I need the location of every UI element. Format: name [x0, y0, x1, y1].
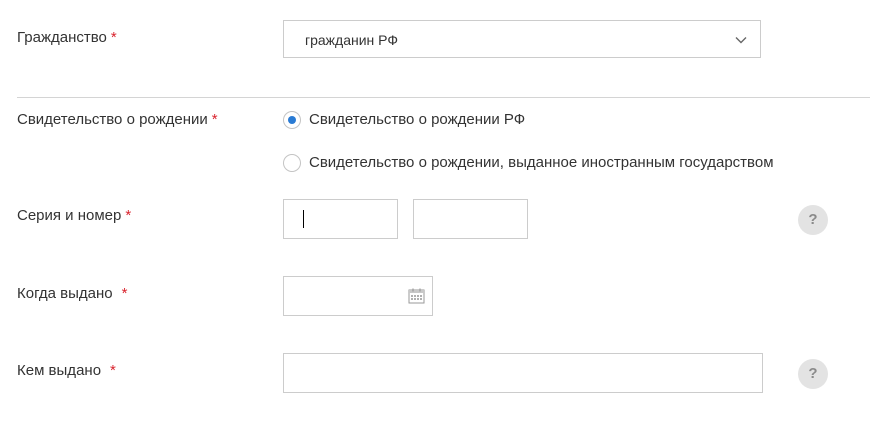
radio-button-checked[interactable] [283, 111, 301, 129]
radio-option-foreign-certificate[interactable]: Свидетельство о рождении, выданное иност… [283, 153, 774, 173]
required-mark: * [125, 207, 132, 224]
radio-label-foreign-certificate[interactable]: Свидетельство о рождении, выданное иност… [309, 154, 774, 172]
number-input[interactable] [413, 199, 528, 239]
citizenship-label: Гражданство * [17, 29, 117, 47]
series-number-label: Серия и номер * [17, 207, 131, 225]
birth-certificate-label-text: Свидетельство о рождении [17, 111, 208, 128]
issued-by-input[interactable] [283, 353, 763, 393]
calendar-icon[interactable] [408, 288, 425, 304]
section-divider [17, 97, 870, 98]
issued-by-label-text: Кем выдано [17, 362, 102, 379]
radio-label-rf-certificate[interactable]: Свидетельство о рождении РФ [309, 111, 525, 129]
citizenship-label-text: Гражданство [17, 29, 107, 46]
help-icon[interactable]: ? [798, 205, 828, 235]
issue-date-label-text: Когда выдано [17, 285, 113, 302]
text-caret [303, 210, 304, 228]
help-icon[interactable]: ? [798, 359, 828, 389]
birth-certificate-label: Свидетельство о рождении * [17, 111, 218, 129]
required-mark: * [121, 285, 128, 302]
series-input[interactable] [283, 199, 398, 239]
required-mark: * [110, 362, 116, 379]
radio-button-unchecked[interactable] [283, 154, 301, 172]
chevron-down-icon [735, 37, 747, 44]
required-mark: * [211, 111, 218, 128]
radio-option-rf-certificate[interactable]: Свидетельство о рождении РФ [283, 110, 525, 130]
issue-date-label: Когда выдано * [17, 285, 127, 303]
issued-by-label: Кем выдано * [17, 362, 116, 380]
citizenship-selected-value: гражданин РФ [305, 32, 398, 48]
citizenship-select[interactable]: гражданин РФ [283, 20, 761, 58]
series-number-label-text: Серия и номер [17, 207, 122, 224]
required-mark: * [110, 29, 117, 46]
